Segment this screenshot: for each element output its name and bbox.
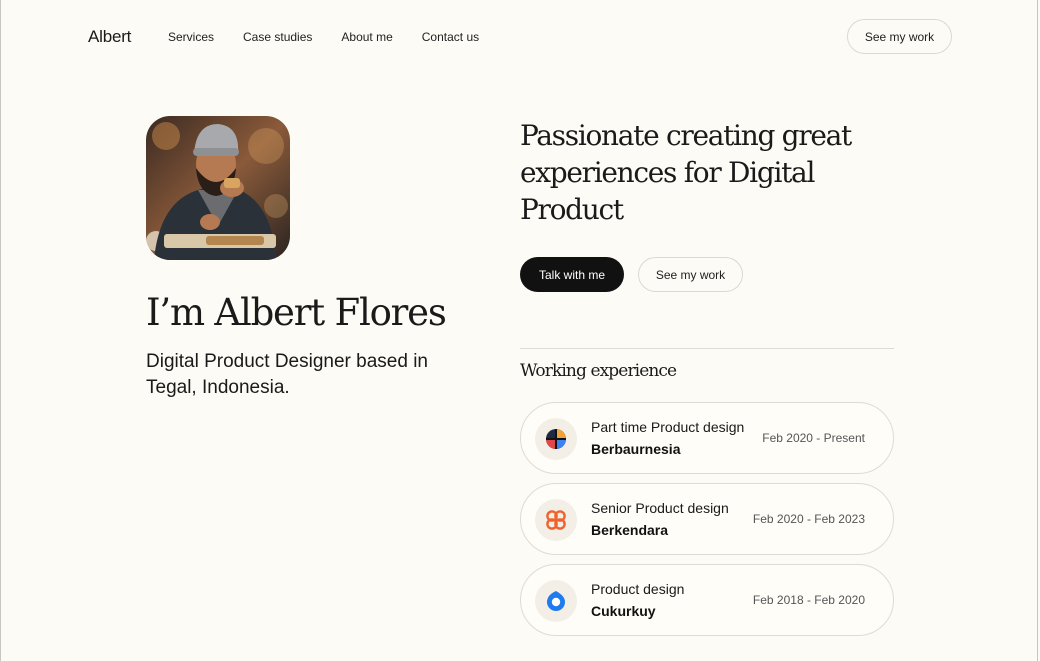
hero-bio: Digital Product Designer based in Tegal,…: [146, 351, 428, 398]
experience-card[interactable]: Part time Product design Berbaurnesia Fe…: [520, 402, 894, 474]
experience-dates: Feb 2020 - Present: [762, 431, 865, 445]
hero-name: I’m Albert Flores: [146, 291, 447, 334]
berbaurnesia-logo-icon: [535, 418, 577, 460]
experience-role: Part time Product design: [591, 419, 745, 435]
experience-heading: Working experience: [520, 361, 677, 381]
main-nav: Services Case studies About me Contact u…: [168, 30, 479, 44]
experience-role: Product design: [591, 581, 685, 597]
experience-dates: Feb 2020 - Feb 2023: [752, 512, 865, 526]
cukurkuy-logo-icon: [535, 580, 577, 622]
avatar-photo: [146, 116, 290, 260]
experience-card[interactable]: Product design Cukurkuy Feb 2018 - Feb 2…: [520, 564, 894, 636]
experience-company: Berkendara: [591, 522, 669, 538]
nav-case-studies[interactable]: Case studies: [243, 30, 312, 44]
experience-company: Berbaurnesia: [591, 441, 681, 457]
section-divider: [520, 348, 894, 349]
hero-see-my-work-button[interactable]: See my work: [638, 257, 743, 292]
nav-contact-us[interactable]: Contact us: [422, 30, 479, 44]
nav-about-me[interactable]: About me: [341, 30, 392, 44]
berkendara-logo-icon: [535, 499, 577, 541]
experience-role: Senior Product design: [591, 500, 729, 516]
header-see-my-work-button[interactable]: See my work: [847, 19, 952, 54]
avatar: [146, 116, 290, 260]
experience-card[interactable]: Senior Product design Berkendara Feb 202…: [520, 483, 894, 555]
hero-headline: Passionate creating great experiences fo…: [520, 119, 852, 226]
experience-dates: Feb 2018 - Feb 2020: [752, 593, 865, 607]
nav-services[interactable]: Services: [168, 30, 214, 44]
experience-company: Cukurkuy: [591, 603, 656, 619]
site-logo[interactable]: Albert: [88, 27, 131, 47]
talk-with-me-button[interactable]: Talk with me: [520, 257, 624, 292]
